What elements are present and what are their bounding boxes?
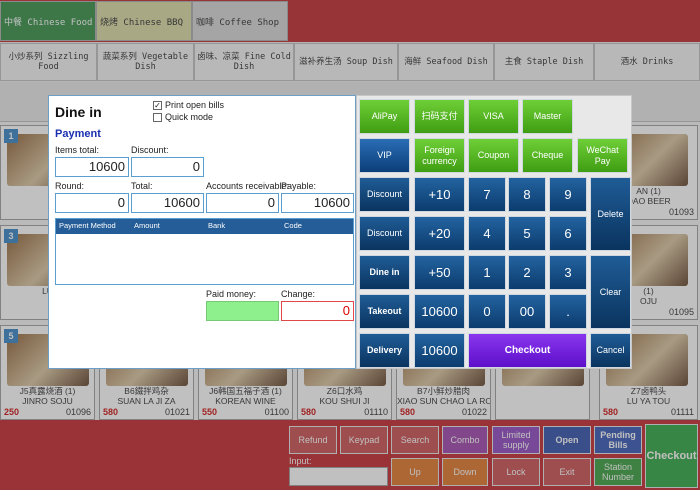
digit-8-button[interactable]: 8	[508, 177, 546, 212]
alipay-button[interactable]: AliPay	[359, 99, 410, 134]
dine-in-button[interactable]: Dine in	[359, 255, 410, 290]
delete-button[interactable]: Delete	[590, 177, 631, 251]
header-code: Code	[284, 221, 302, 230]
print-open-bills-checkbox[interactable]: ✓ Print open bills	[153, 100, 224, 110]
round-field[interactable]: 0	[55, 193, 129, 213]
header-bank: Bank	[208, 221, 226, 230]
double-zero-button[interactable]: 00	[508, 294, 546, 329]
add-10-button[interactable]: +10	[414, 177, 465, 212]
vip-button[interactable]: VIP	[359, 138, 410, 173]
amount-button-1[interactable]: 10600	[414, 294, 465, 329]
discount-field[interactable]: 0	[131, 157, 204, 177]
payment-method-table[interactable]: Payment Method Amount Bank Code	[55, 218, 354, 285]
wechat-pay-button[interactable]: WeChat Pay	[577, 138, 628, 173]
total-label: Total:	[131, 181, 153, 191]
discount-button-2[interactable]: Discount	[359, 216, 410, 251]
clear-button[interactable]: Clear	[590, 255, 631, 329]
visa-button[interactable]: VISA	[468, 99, 519, 134]
paid-money-label: Paid money:	[206, 289, 257, 299]
decimal-point-button[interactable]: .	[549, 294, 587, 329]
round-label: Round:	[55, 181, 85, 191]
digit-4-button[interactable]: 4	[468, 216, 506, 251]
amount-button-2[interactable]: 10600	[414, 333, 465, 368]
table-header: Payment Method Amount Bank Code	[56, 219, 353, 234]
discount-label: Discount:	[131, 145, 169, 155]
payable-field[interactable]: 10600	[281, 193, 354, 213]
payable-label: Payable:	[281, 181, 317, 191]
add-50-button[interactable]: +50	[414, 255, 465, 290]
cancel-button[interactable]: Cancel	[590, 333, 631, 368]
takeout-button[interactable]: Takeout	[359, 294, 410, 329]
header-amount: Amount	[134, 221, 160, 230]
quick-mode-label: Quick mode	[165, 112, 214, 122]
change-field[interactable]: 0	[281, 301, 354, 321]
dialog-title: Dine in	[55, 104, 102, 120]
master-button[interactable]: Master	[522, 99, 573, 134]
digit-1-button[interactable]: 1	[468, 255, 506, 290]
accounts-receivable-field[interactable]: 0	[206, 193, 279, 213]
foreign-currency-button[interactable]: Foreign currency	[414, 138, 465, 173]
paid-money-field[interactable]	[206, 301, 279, 321]
payment-section-title: Payment	[55, 128, 101, 140]
discount-button-1[interactable]: Discount	[359, 177, 410, 212]
accounts-receivable-label: Accounts receivable:	[206, 181, 290, 191]
payment-dialog: Dine in ✓ Print open bills Quick mode Pa…	[48, 95, 356, 369]
digit-6-button[interactable]: 6	[549, 216, 587, 251]
digit-7-button[interactable]: 7	[468, 177, 506, 212]
digit-0-button[interactable]: 0	[468, 294, 506, 329]
change-label: Change:	[281, 289, 316, 299]
digit-5-button[interactable]: 5	[508, 216, 546, 251]
delivery-button[interactable]: Delivery	[359, 333, 410, 368]
digit-2-button[interactable]: 2	[508, 255, 546, 290]
items-total-label: Items total:	[55, 145, 100, 155]
checkout-button[interactable]: Checkout	[468, 333, 587, 368]
checkbox-box	[153, 112, 162, 122]
digit-9-button[interactable]: 9	[549, 177, 587, 212]
payment-keypad: AliPay 扫码支付 VISA Master VIP Foreign curr…	[356, 95, 632, 369]
print-open-bills-label: Print open bills	[165, 100, 225, 110]
total-field[interactable]: 10600	[131, 193, 204, 213]
quick-mode-checkbox[interactable]: Quick mode	[153, 112, 213, 122]
items-total-field[interactable]: 10600	[55, 157, 129, 177]
digit-3-button[interactable]: 3	[549, 255, 587, 290]
header-payment-method: Payment Method	[59, 221, 116, 230]
add-20-button[interactable]: +20	[414, 216, 465, 251]
cheque-button[interactable]: Cheque	[522, 138, 573, 173]
coupon-button[interactable]: Coupon	[468, 138, 519, 173]
checkbox-box: ✓	[153, 100, 162, 110]
scan-pay-button[interactable]: 扫码支付	[414, 99, 465, 134]
